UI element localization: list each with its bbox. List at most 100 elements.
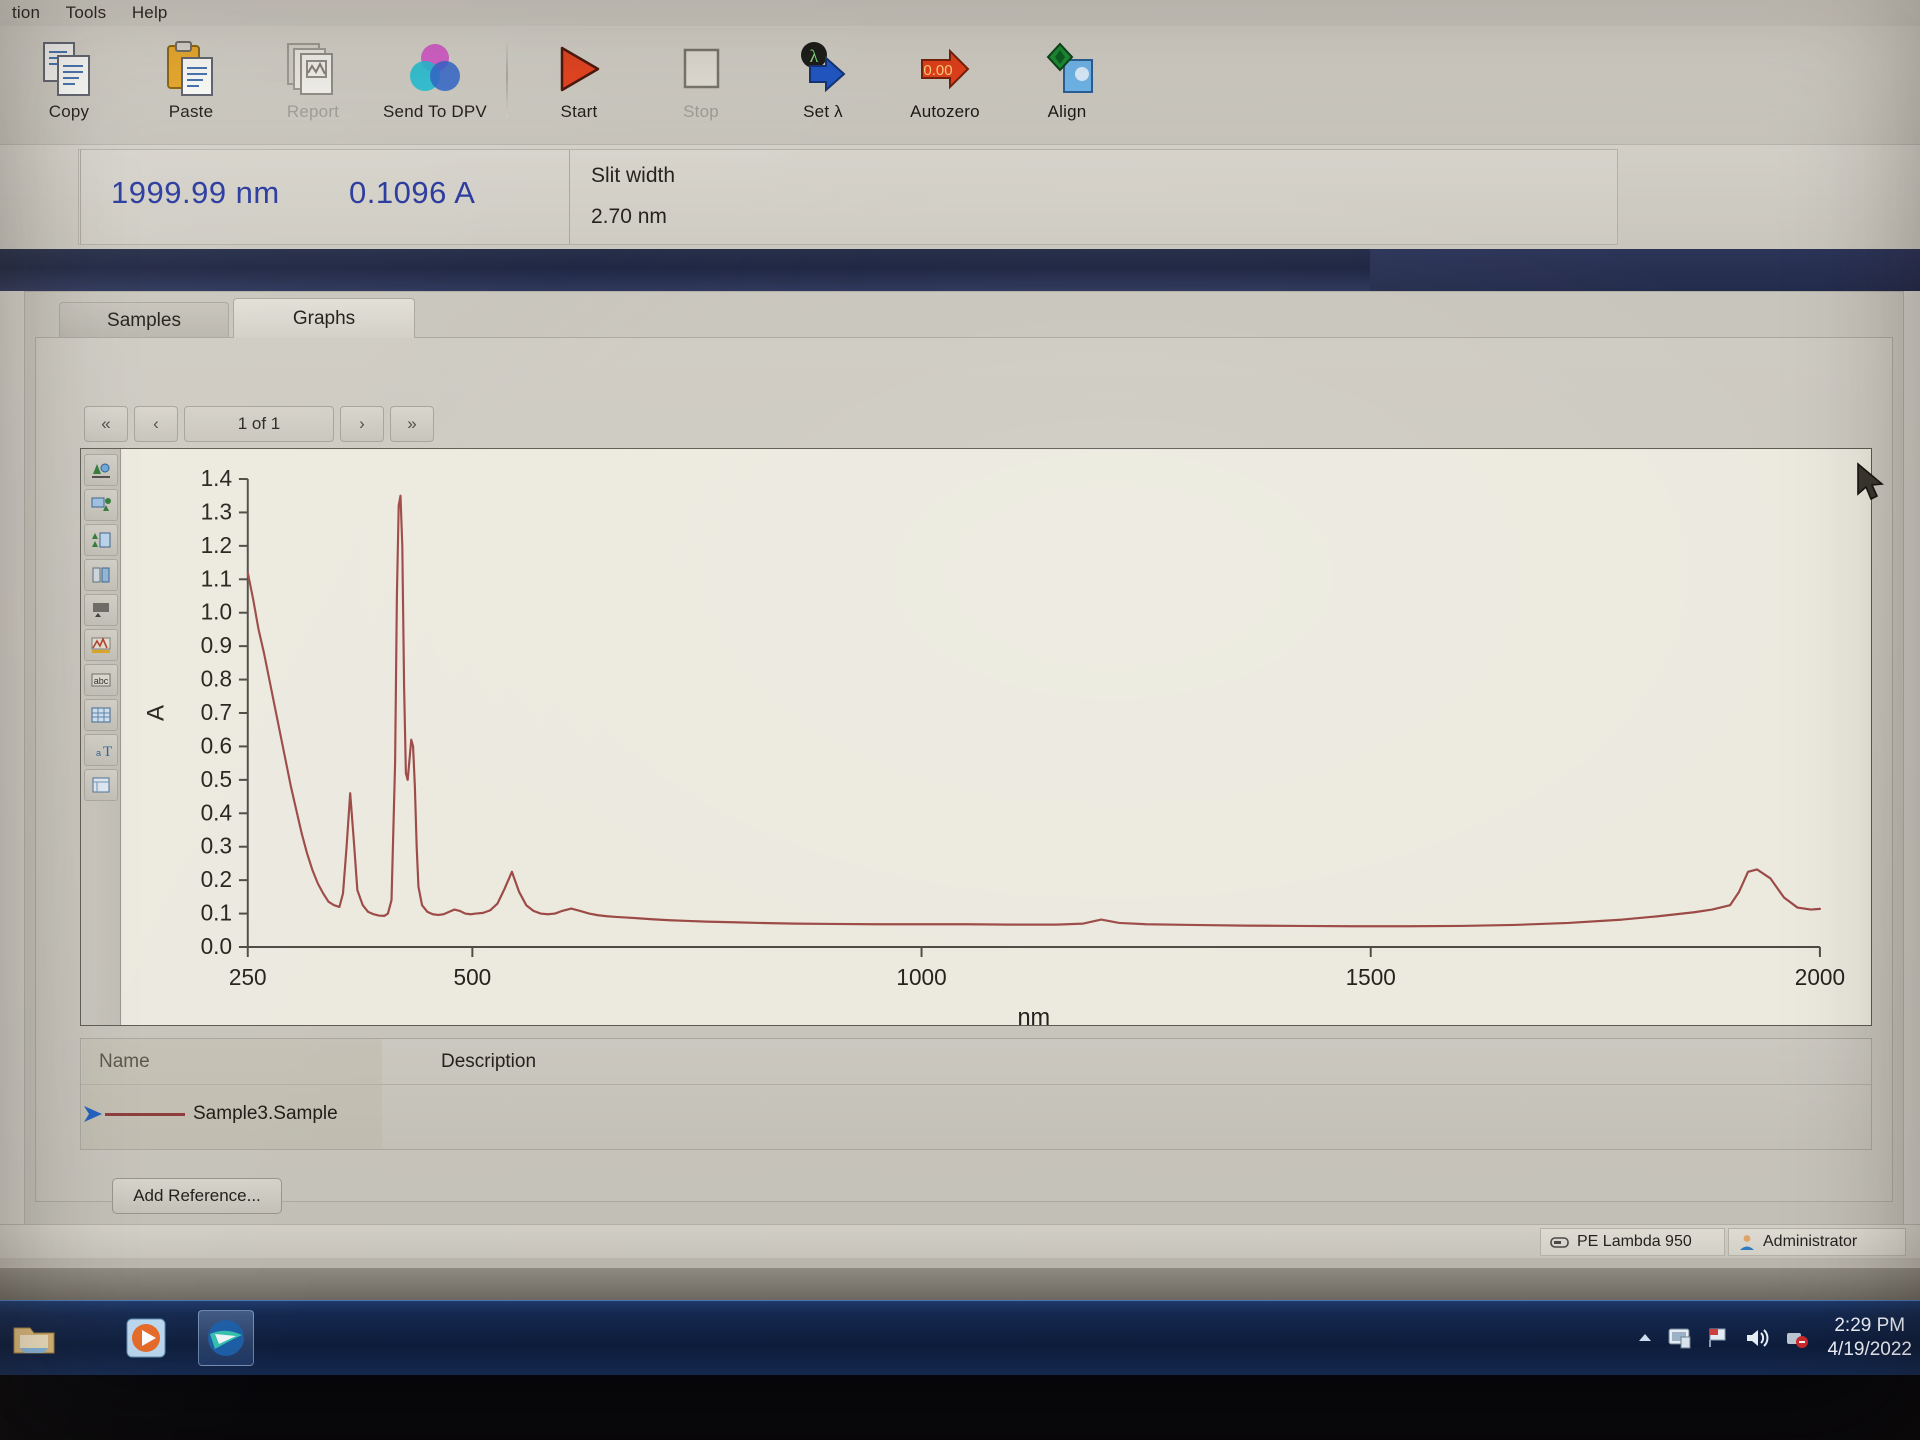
legend-col-description: Description [441, 1051, 537, 1072]
svg-text:0.00: 0.00 [923, 62, 952, 79]
set-lambda-button[interactable]: λ Set λ [762, 32, 884, 138]
svg-text:0.6: 0.6 [201, 732, 232, 758]
pager-prev-button[interactable]: ‹ [134, 406, 178, 442]
svg-text:0.4: 0.4 [201, 799, 233, 825]
copy-label: Copy [48, 102, 90, 121]
status-user: Administrator [1728, 1228, 1906, 1256]
align-label: Align [1047, 102, 1087, 121]
screen-bezel [0, 1375, 1920, 1440]
desktop-edge-strip [0, 1268, 1920, 1302]
paste-icon [163, 38, 219, 100]
current-row-arrow-icon [84, 1106, 102, 1122]
copy-button[interactable]: Copy [8, 32, 130, 138]
zoom-out-icon[interactable] [83, 524, 118, 556]
paste-button[interactable]: Paste [130, 32, 252, 138]
svg-text:a: a [96, 748, 101, 758]
taskbar-item-uv-winlab[interactable] [198, 1310, 254, 1366]
add-reference-button[interactable]: Add Reference... [112, 1178, 282, 1214]
tab-graphs[interactable]: Graphs [233, 298, 415, 338]
legend-row[interactable]: Sample3.Sample [81, 1039, 1871, 1149]
start-label: Start [560, 102, 598, 121]
svg-text:1000: 1000 [896, 964, 946, 990]
window-separator-band [0, 249, 1920, 291]
graph-frame: abc aT 0.0 0.1 0.2 0.3 0.4 0.5 0.6 0.7 0… [80, 448, 1872, 1031]
legend-row-selection [82, 1039, 382, 1149]
grid-icon[interactable] [83, 699, 118, 731]
svg-text:0.7: 0.7 [201, 699, 232, 725]
pager-page-indicator[interactable]: 1 of 1 [184, 406, 334, 442]
text-tool-icon[interactable]: aT [83, 734, 118, 766]
svg-text:1.3: 1.3 [201, 498, 232, 524]
paste-label: Paste [168, 102, 214, 121]
svg-text:0.3: 0.3 [201, 833, 232, 859]
cursor-icon[interactable] [83, 559, 118, 591]
slit-width-value: 2.70 nm [591, 205, 667, 228]
status-bar: PE Lambda 950 Administrator [0, 1224, 1920, 1258]
readout-strip: 1999.99 nm 0.1096 A Slit width 2.70 nm [0, 144, 1920, 249]
svg-text:250: 250 [229, 964, 267, 990]
media-player-icon [126, 1318, 166, 1358]
series-legend-table[interactable]: Name Description Sample3.Sample [80, 1038, 1872, 1150]
desktop-screen: tion Tools Help Copy Paste Report Send T… [0, 0, 1920, 1302]
autozero-label: Autozero [910, 102, 980, 121]
volume-icon[interactable] [1743, 1325, 1771, 1351]
svg-text:0.0: 0.0 [201, 933, 232, 959]
clock-time: 2:29 PM [1834, 1315, 1906, 1337]
status-instrument-label: PE Lambda 950 [1577, 1233, 1692, 1250]
zoom-region-icon[interactable] [83, 489, 118, 521]
network-icon[interactable] [1667, 1325, 1693, 1351]
taskbar-clock[interactable]: 2:29 PM 4/19/2022 [1821, 1314, 1912, 1362]
stop-label: Stop [683, 102, 719, 121]
scale-icon[interactable] [83, 594, 118, 626]
menu-item-application[interactable]: tion [2, 0, 51, 26]
taskbar-item-media-player[interactable] [118, 1310, 174, 1366]
report-label: Report [286, 102, 340, 121]
pager-last-button[interactable]: » [390, 406, 434, 442]
svg-text:0.5: 0.5 [201, 766, 232, 792]
send-to-dpv-button[interactable]: Send To DPV [374, 32, 496, 138]
svg-text:1.1: 1.1 [201, 565, 232, 591]
set-lambda-icon: λ [794, 38, 852, 100]
absorbance-readout: 0.1096 A [349, 175, 476, 210]
autozero-button[interactable]: 0.00 Autozero [884, 32, 1006, 138]
uv-winlab-application-window: tion Tools Help Copy Paste Report Send T… [0, 0, 1920, 1258]
svg-text:1.0: 1.0 [201, 599, 232, 625]
align-button[interactable]: Align [1006, 32, 1128, 138]
properties-icon[interactable] [83, 769, 118, 801]
copy-icon [41, 38, 97, 100]
menu-item-tools[interactable]: Tools [56, 0, 118, 26]
start-button[interactable]: Start [518, 32, 640, 138]
svg-text:λ: λ [810, 46, 819, 66]
graphs-tab-body: « ‹ 1 of 1 › » abc a T 0.0 0.1 0.2 0.3 0… [35, 337, 1893, 1214]
readout-divider [569, 150, 570, 244]
play-icon [552, 38, 606, 100]
svg-text:500: 500 [454, 964, 492, 990]
action-center-flag-icon[interactable] [1705, 1325, 1731, 1351]
stop-button[interactable]: Stop [640, 32, 762, 138]
clock-date: 4/19/2022 [1827, 1339, 1912, 1360]
instrument-icon [1550, 1236, 1569, 1248]
peaks-icon[interactable] [83, 629, 118, 661]
spectrum-plot[interactable]: 0.0 0.1 0.2 0.3 0.4 0.5 0.6 0.7 0.8 0.9 1.0 1.1 1.2 1… [122, 449, 1871, 1031]
autozero-icon: 0.00 [916, 38, 974, 100]
show-hidden-icon[interactable] [1635, 1330, 1655, 1346]
user-icon [1740, 1235, 1754, 1250]
abc-label-icon[interactable]: abc [83, 664, 118, 696]
taskbar-item-explorer[interactable] [6, 1310, 62, 1366]
send-to-dpv-label: Send To DPV [383, 102, 487, 121]
safely-remove-icon[interactable] [1783, 1325, 1809, 1351]
pager-next-button[interactable]: › [340, 406, 384, 442]
status-instrument: PE Lambda 950 [1540, 1228, 1725, 1256]
svg-text:0.2: 0.2 [201, 866, 232, 892]
svg-text:1.4: 1.4 [201, 465, 233, 491]
windows-taskbar: 2:29 PM 4/19/2022 [0, 1300, 1920, 1375]
tab-samples[interactable]: Samples [59, 302, 229, 338]
svg-text:nm: nm [1017, 1004, 1050, 1025]
mouse-cursor [1857, 462, 1884, 501]
svg-text:T: T [103, 744, 112, 760]
svg-text:2000: 2000 [1795, 964, 1845, 990]
pager-first-button[interactable]: « [84, 406, 128, 442]
report-button[interactable]: Report [252, 32, 374, 138]
menu-item-help[interactable]: Help [122, 0, 179, 26]
zoom-all-icon[interactable] [83, 454, 118, 486]
